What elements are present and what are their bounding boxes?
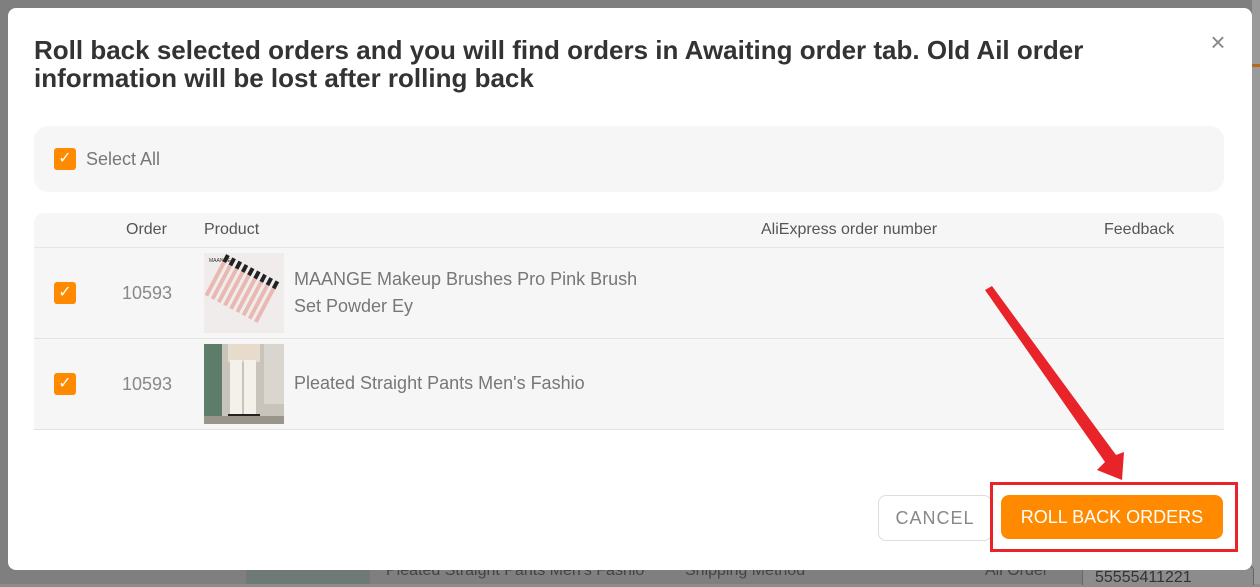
background-tab-indicator xyxy=(1252,64,1260,67)
row-checkbox[interactable]: ✓ xyxy=(54,373,76,395)
product-name-line1: Pleated Straight Pants Men's Fashio xyxy=(294,373,585,393)
select-all-panel: ✓ Select All xyxy=(34,126,1224,192)
orders-table: Order Product AliExpress order number Fe… xyxy=(34,213,1224,430)
close-icon[interactable]: × xyxy=(1206,29,1230,55)
product-thumbnail xyxy=(204,344,284,424)
makeup-brushes-image: MAANGE xyxy=(204,253,284,333)
product-thumbnail: MAANGE xyxy=(204,253,284,333)
column-order: Order xyxy=(126,221,167,238)
table-row: ✓ 10593 Pleated Straight Pants Men's Fas… xyxy=(34,339,1224,430)
product-name: Pleated Straight Pants Men's Fashio xyxy=(294,370,654,397)
background-sidebar-edge xyxy=(1252,0,1260,584)
select-all-checkbox[interactable]: ✓ xyxy=(54,148,76,170)
dialog-title: Roll back selected orders and you will f… xyxy=(34,35,1084,93)
order-number: 10593 xyxy=(122,374,173,394)
product-name-line1: MAANGE Makeup Brushes Pro Pink Brush xyxy=(294,269,638,289)
product-name-line2: Set Powder Ey xyxy=(294,296,414,316)
highlight-box xyxy=(990,482,1238,552)
select-all-label: Select All xyxy=(86,149,161,169)
pants-image xyxy=(204,344,284,424)
column-product: Product xyxy=(204,221,260,238)
table-header: Order Product AliExpress order number Fe… xyxy=(34,213,1224,248)
order-number: 10593 xyxy=(122,283,173,303)
table-row: ✓ 10593 MAANGE MAANGE Makeup Brushes Pro… xyxy=(34,248,1224,339)
product-name: MAANGE Makeup Brushes Pro Pink Brush Set… xyxy=(294,266,654,320)
row-checkbox[interactable]: ✓ xyxy=(54,282,76,304)
background-input-value: 55555411221 xyxy=(1095,569,1192,586)
cancel-button[interactable]: CANCEL xyxy=(878,495,992,541)
column-feedback: Feedback xyxy=(1104,221,1175,238)
column-aliexpress-order-number: AliExpress order number xyxy=(761,221,938,238)
